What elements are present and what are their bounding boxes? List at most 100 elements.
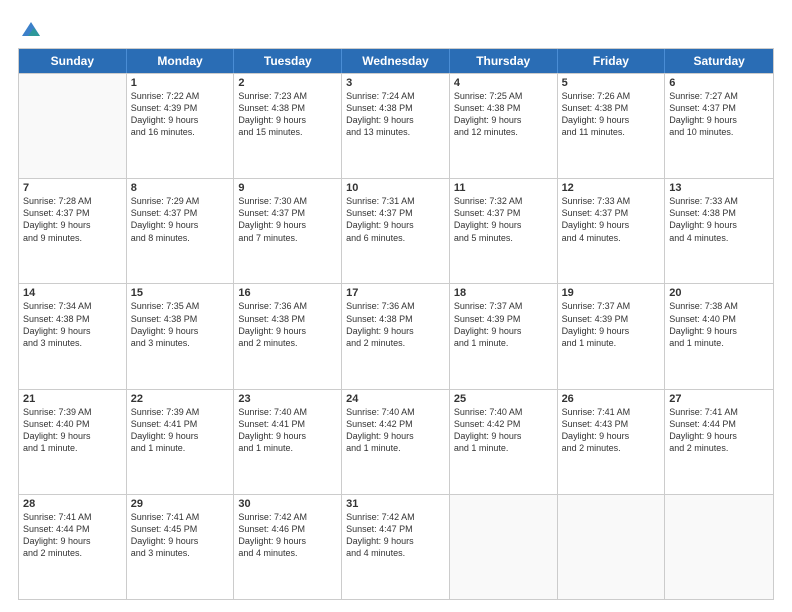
day-number: 9 — [238, 182, 337, 194]
cell-line: Daylight: 9 hours — [669, 430, 769, 442]
cell-line: Daylight: 9 hours — [346, 325, 445, 337]
day-cell-7: 7Sunrise: 7:28 AMSunset: 4:37 PMDaylight… — [19, 179, 127, 283]
cell-line: Daylight: 9 hours — [131, 325, 230, 337]
cell-line: Daylight: 9 hours — [238, 114, 337, 126]
day-cell-29: 29Sunrise: 7:41 AMSunset: 4:45 PMDayligh… — [127, 495, 235, 599]
cell-line: Sunrise: 7:37 AM — [562, 300, 661, 312]
day-number: 14 — [23, 287, 122, 299]
day-number: 26 — [562, 393, 661, 405]
cell-line: Sunrise: 7:40 AM — [238, 406, 337, 418]
day-number: 16 — [238, 287, 337, 299]
cell-line: Daylight: 9 hours — [131, 114, 230, 126]
cell-line: and 4 minutes. — [562, 232, 661, 244]
cell-line: Daylight: 9 hours — [238, 219, 337, 231]
cell-line: Sunset: 4:46 PM — [238, 523, 337, 535]
day-cell-14: 14Sunrise: 7:34 AMSunset: 4:38 PMDayligh… — [19, 284, 127, 388]
header-day-thursday: Thursday — [450, 49, 558, 73]
cell-line: Sunrise: 7:33 AM — [669, 195, 769, 207]
cell-line: and 3 minutes. — [131, 547, 230, 559]
header-day-wednesday: Wednesday — [342, 49, 450, 73]
day-cell-18: 18Sunrise: 7:37 AMSunset: 4:39 PMDayligh… — [450, 284, 558, 388]
cell-line: Sunrise: 7:41 AM — [23, 511, 122, 523]
cell-line: Daylight: 9 hours — [562, 114, 661, 126]
day-cell-24: 24Sunrise: 7:40 AMSunset: 4:42 PMDayligh… — [342, 390, 450, 494]
day-number: 2 — [238, 77, 337, 89]
cell-line: Sunrise: 7:41 AM — [562, 406, 661, 418]
cell-line: Sunset: 4:40 PM — [669, 313, 769, 325]
cell-line: Sunrise: 7:42 AM — [238, 511, 337, 523]
cell-line: and 2 minutes. — [346, 337, 445, 349]
cell-line: Sunrise: 7:27 AM — [669, 90, 769, 102]
cell-line: and 1 minute. — [238, 442, 337, 454]
cell-line: and 4 minutes. — [238, 547, 337, 559]
day-cell-28: 28Sunrise: 7:41 AMSunset: 4:44 PMDayligh… — [19, 495, 127, 599]
cell-line: Sunrise: 7:40 AM — [346, 406, 445, 418]
day-cell-20: 20Sunrise: 7:38 AMSunset: 4:40 PMDayligh… — [665, 284, 773, 388]
cell-line: Sunrise: 7:38 AM — [669, 300, 769, 312]
cell-line: and 1 minute. — [454, 442, 553, 454]
day-cell-5: 5Sunrise: 7:26 AMSunset: 4:38 PMDaylight… — [558, 74, 666, 178]
day-number: 22 — [131, 393, 230, 405]
cell-line: and 9 minutes. — [23, 232, 122, 244]
cell-line: Sunrise: 7:24 AM — [346, 90, 445, 102]
cell-line: Daylight: 9 hours — [346, 430, 445, 442]
cell-line: Daylight: 9 hours — [131, 535, 230, 547]
day-number: 4 — [454, 77, 553, 89]
calendar-week-4: 21Sunrise: 7:39 AMSunset: 4:40 PMDayligh… — [19, 389, 773, 494]
cell-line: and 1 minute. — [131, 442, 230, 454]
day-number: 17 — [346, 287, 445, 299]
cell-line: Daylight: 9 hours — [454, 219, 553, 231]
cell-line: Sunrise: 7:37 AM — [454, 300, 553, 312]
cell-line: Sunrise: 7:33 AM — [562, 195, 661, 207]
day-number: 8 — [131, 182, 230, 194]
cell-line: Sunset: 4:47 PM — [346, 523, 445, 535]
day-cell-21: 21Sunrise: 7:39 AMSunset: 4:40 PMDayligh… — [19, 390, 127, 494]
empty-cell — [665, 495, 773, 599]
cell-line: and 13 minutes. — [346, 126, 445, 138]
header — [18, 18, 774, 38]
cell-line: Sunrise: 7:32 AM — [454, 195, 553, 207]
cell-line: Sunrise: 7:25 AM — [454, 90, 553, 102]
cell-line: and 16 minutes. — [131, 126, 230, 138]
cell-line: and 1 minute. — [669, 337, 769, 349]
cell-line: Daylight: 9 hours — [562, 430, 661, 442]
cell-line: Sunrise: 7:39 AM — [23, 406, 122, 418]
cell-line: Sunrise: 7:29 AM — [131, 195, 230, 207]
day-number: 6 — [669, 77, 769, 89]
day-number: 15 — [131, 287, 230, 299]
header-day-monday: Monday — [127, 49, 235, 73]
header-day-saturday: Saturday — [665, 49, 773, 73]
cell-line: Sunset: 4:39 PM — [454, 313, 553, 325]
cell-line: and 5 minutes. — [454, 232, 553, 244]
cell-line: Sunset: 4:37 PM — [23, 207, 122, 219]
cell-line: Daylight: 9 hours — [669, 325, 769, 337]
header-day-sunday: Sunday — [19, 49, 127, 73]
cell-line: and 12 minutes. — [454, 126, 553, 138]
cell-line: Sunset: 4:42 PM — [454, 418, 553, 430]
empty-cell — [558, 495, 666, 599]
day-number: 11 — [454, 182, 553, 194]
calendar-header: SundayMondayTuesdayWednesdayThursdayFrid… — [19, 49, 773, 73]
day-cell-2: 2Sunrise: 7:23 AMSunset: 4:38 PMDaylight… — [234, 74, 342, 178]
cell-line: Daylight: 9 hours — [669, 114, 769, 126]
cell-line: Daylight: 9 hours — [23, 325, 122, 337]
day-cell-10: 10Sunrise: 7:31 AMSunset: 4:37 PMDayligh… — [342, 179, 450, 283]
day-cell-9: 9Sunrise: 7:30 AMSunset: 4:37 PMDaylight… — [234, 179, 342, 283]
cell-line: Daylight: 9 hours — [346, 535, 445, 547]
cell-line: Sunset: 4:38 PM — [346, 313, 445, 325]
cell-line: Sunset: 4:39 PM — [562, 313, 661, 325]
cell-line: Daylight: 9 hours — [454, 325, 553, 337]
calendar-body: 1Sunrise: 7:22 AMSunset: 4:39 PMDaylight… — [19, 73, 773, 599]
cell-line: Sunrise: 7:41 AM — [669, 406, 769, 418]
cell-line: Sunset: 4:42 PM — [346, 418, 445, 430]
cell-line: Sunrise: 7:40 AM — [454, 406, 553, 418]
header-day-tuesday: Tuesday — [234, 49, 342, 73]
day-cell-16: 16Sunrise: 7:36 AMSunset: 4:38 PMDayligh… — [234, 284, 342, 388]
cell-line: Daylight: 9 hours — [23, 219, 122, 231]
day-cell-27: 27Sunrise: 7:41 AMSunset: 4:44 PMDayligh… — [665, 390, 773, 494]
day-cell-12: 12Sunrise: 7:33 AMSunset: 4:37 PMDayligh… — [558, 179, 666, 283]
day-cell-15: 15Sunrise: 7:35 AMSunset: 4:38 PMDayligh… — [127, 284, 235, 388]
day-cell-19: 19Sunrise: 7:37 AMSunset: 4:39 PMDayligh… — [558, 284, 666, 388]
day-number: 21 — [23, 393, 122, 405]
cell-line: and 4 minutes. — [346, 547, 445, 559]
